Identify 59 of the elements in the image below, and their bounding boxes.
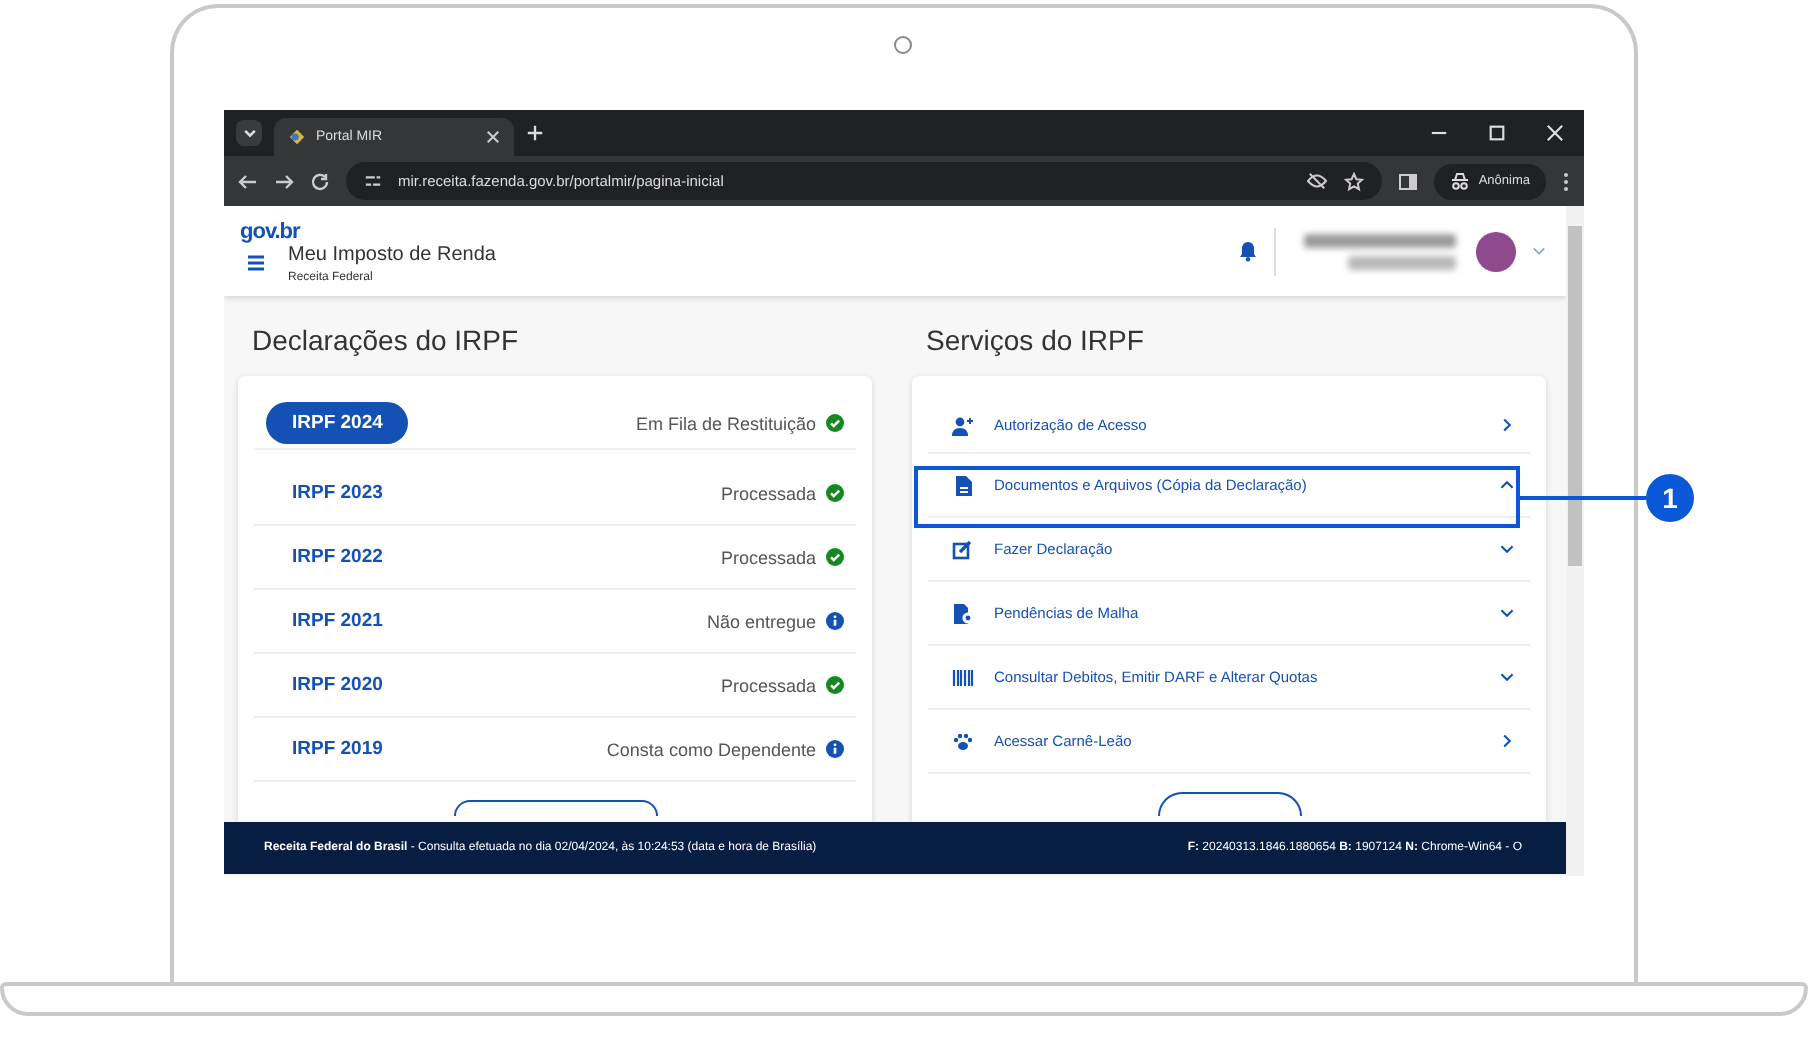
app-title: Meu Imposto de Renda [288, 243, 496, 265]
more-icon[interactable] [1562, 171, 1570, 191]
year-tab[interactable]: IRPF 2021 [266, 600, 409, 642]
caret-icon [241, 125, 257, 141]
star-icon[interactable] [1344, 171, 1365, 191]
check-icon [826, 484, 844, 502]
chevron-icon [1500, 478, 1514, 492]
status-text: Processada [720, 547, 816, 567]
section-title: Declarações do IRPF [252, 324, 519, 356]
chevron-icon [1500, 606, 1514, 620]
barcode-icon [952, 667, 974, 687]
forward-icon[interactable] [274, 171, 294, 191]
year-tab[interactable]: IRPF 2024 [266, 402, 409, 444]
chevron-icon [1500, 542, 1514, 556]
file-search-icon [952, 603, 974, 623]
status-text: Processada [720, 675, 816, 695]
leader-line [1520, 496, 1646, 500]
camera-icon [894, 36, 912, 54]
incognito-icon [1450, 172, 1471, 190]
notification-icon[interactable] [1238, 240, 1258, 262]
eye-off-icon[interactable] [1306, 172, 1329, 190]
callout-number: 1 [1646, 474, 1694, 522]
section-title: Serviços do IRPF [926, 324, 1144, 356]
maximize-icon[interactable] [1488, 124, 1506, 142]
new-tab-icon[interactable] [526, 124, 544, 142]
year-tab[interactable]: IRPF 2019 [266, 728, 409, 770]
back-icon[interactable] [238, 171, 258, 191]
close-icon[interactable] [486, 130, 500, 144]
scrollbar[interactable] [1566, 206, 1584, 876]
edit-icon [952, 539, 974, 559]
status-text: Processada [720, 483, 816, 503]
chevron-icon [1500, 670, 1514, 684]
check-icon [826, 548, 844, 566]
menu-icon[interactable] [246, 254, 266, 272]
check-icon [826, 414, 844, 432]
logo[interactable]: gov.br [240, 219, 300, 243]
year-tab[interactable]: IRPF 2020 [266, 664, 409, 706]
close-icon[interactable] [1546, 124, 1564, 142]
favicon-icon [288, 128, 306, 146]
chevron-icon [1500, 734, 1514, 748]
status-text: Consta como Dependente [606, 739, 816, 759]
document-icon [952, 475, 974, 495]
info-icon [826, 612, 844, 630]
user-avatar[interactable] [1476, 231, 1516, 271]
outline-button[interactable] [453, 800, 657, 816]
status-text: Não entregue [706, 611, 816, 631]
reload-icon[interactable] [310, 171, 330, 191]
side-panel-icon[interactable] [1398, 171, 1419, 191]
paw-icon [952, 731, 974, 751]
chevron-icon [1500, 418, 1514, 432]
user-add-icon [952, 415, 974, 435]
info-icon [826, 740, 844, 758]
tab-list-button[interactable] [236, 120, 262, 146]
tune-icon[interactable] [364, 172, 382, 190]
year-tab[interactable]: IRPF 2022 [266, 536, 409, 578]
check-icon [826, 676, 844, 694]
year-tab[interactable]: IRPF 2023 [266, 472, 409, 514]
status-text: Em Fila de Restituição [635, 413, 816, 433]
outline-button[interactable] [1157, 792, 1301, 816]
